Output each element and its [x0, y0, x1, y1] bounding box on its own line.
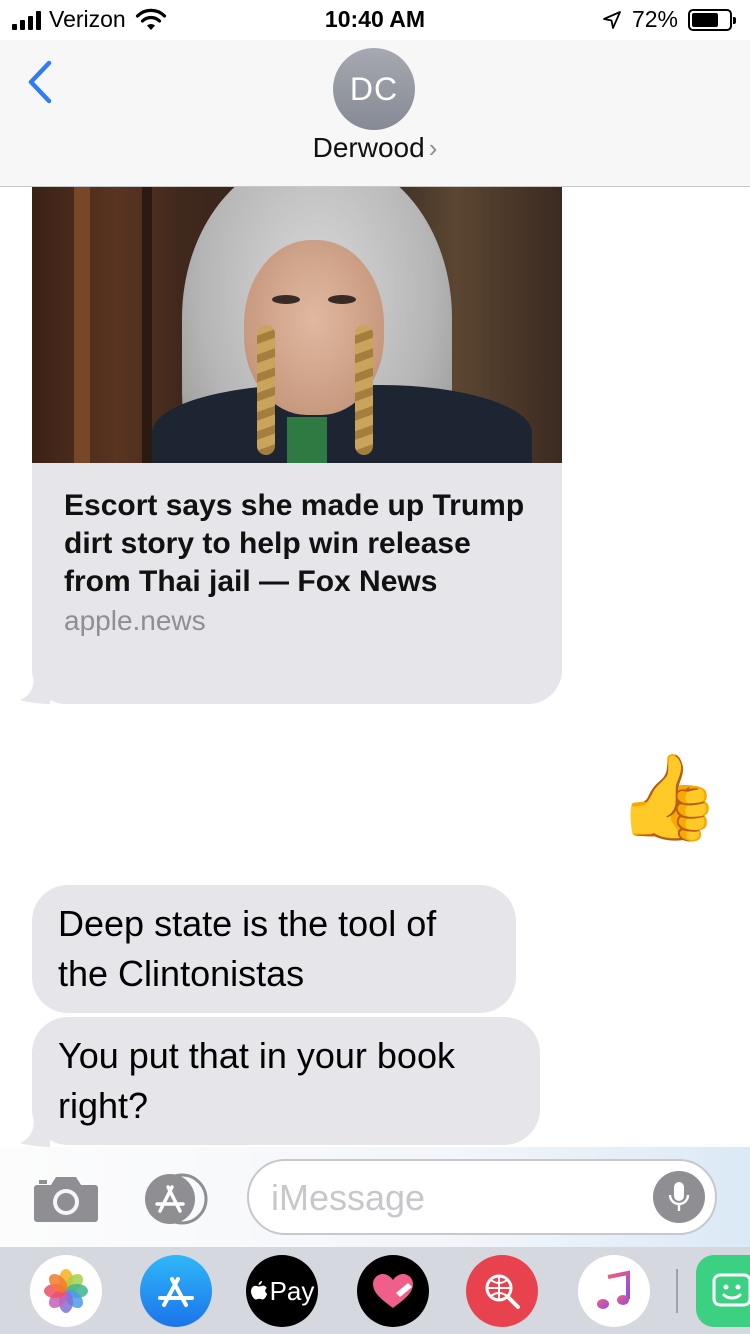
app-drawer: Pay [0, 1247, 750, 1334]
contact-name: Derwood [312, 132, 425, 163]
image-eye [328, 295, 356, 304]
back-button[interactable] [18, 52, 62, 112]
link-preview-card[interactable]: Escort says she made up Trump dirt story… [32, 187, 562, 704]
app-store-icon [145, 1173, 208, 1225]
link-preview-text: Escort says she made up Trump dirt story… [32, 463, 562, 637]
photos-icon [44, 1269, 88, 1313]
battery-percent: 72% [631, 6, 678, 32]
link-preview-image [32, 187, 562, 463]
link-preview-title: Escort says she made up Trump dirt story… [64, 489, 525, 598]
camera-button[interactable] [33, 1173, 99, 1223]
bubble-tail [20, 676, 50, 704]
image-braid [355, 325, 373, 455]
image-door-frame [74, 187, 90, 463]
status-bar: Verizon 10:40 AM 72% [0, 0, 750, 40]
bubble-tail [20, 1119, 50, 1147]
photos-app-button[interactable] [30, 1255, 102, 1327]
avatar-initials: DC [349, 70, 399, 107]
stickers-app-button[interactable] [696, 1255, 750, 1327]
message-thread[interactable]: Escort says she made up Trump dirt story… [0, 187, 750, 1147]
message-bubble-incoming[interactable]: Deep state is the tool of the Clintonist… [32, 885, 516, 1013]
camera-icon [34, 1177, 98, 1222]
microphone-button[interactable] [653, 1171, 705, 1223]
imessage-input[interactable] [271, 1171, 651, 1225]
imessage-input-field[interactable] [247, 1159, 717, 1235]
microphone-icon [668, 1182, 690, 1211]
apple-pay-button[interactable]: Pay [246, 1255, 318, 1327]
heart-icon [373, 1274, 413, 1308]
conversation-header: DC Derwood › [0, 40, 750, 187]
apple-pay-label: Pay [269, 1275, 315, 1306]
image-door-frame [142, 187, 152, 463]
globe-search-icon [485, 1274, 520, 1309]
message-bubble-incoming[interactable]: You put that in your book right? [32, 1017, 540, 1145]
image-braid [257, 325, 275, 455]
music-note-icon [597, 1270, 630, 1309]
chevron-right-icon: › [428, 133, 438, 163]
contact-name-button[interactable]: Derwood › [0, 132, 750, 164]
digital-touch-app-button[interactable] [357, 1255, 429, 1327]
image-shirt [287, 417, 327, 463]
app-store-app-button[interactable] [140, 1255, 212, 1327]
music-app-button[interactable] [578, 1255, 650, 1327]
thumbs-up-reaction[interactable]: 👍 [616, 747, 721, 847]
location-arrow-icon [603, 10, 621, 29]
app-store-button[interactable] [140, 1173, 212, 1225]
contact-avatar[interactable]: DC [333, 48, 415, 130]
app-store-icon [158, 1277, 194, 1307]
smiley-sticker-icon [712, 1273, 750, 1307]
status-bar-right: 72% [602, 6, 736, 33]
image-eye [272, 295, 300, 304]
chevron-left-icon [28, 60, 52, 104]
images-search-app-button[interactable] [466, 1255, 538, 1327]
battery-fill [692, 12, 718, 27]
apple-logo-icon [250, 1281, 267, 1300]
message-composer [0, 1147, 750, 1247]
battery-icon [688, 8, 736, 31]
app-drawer-divider [676, 1269, 678, 1313]
link-preview-domain: apple.news [64, 605, 206, 636]
